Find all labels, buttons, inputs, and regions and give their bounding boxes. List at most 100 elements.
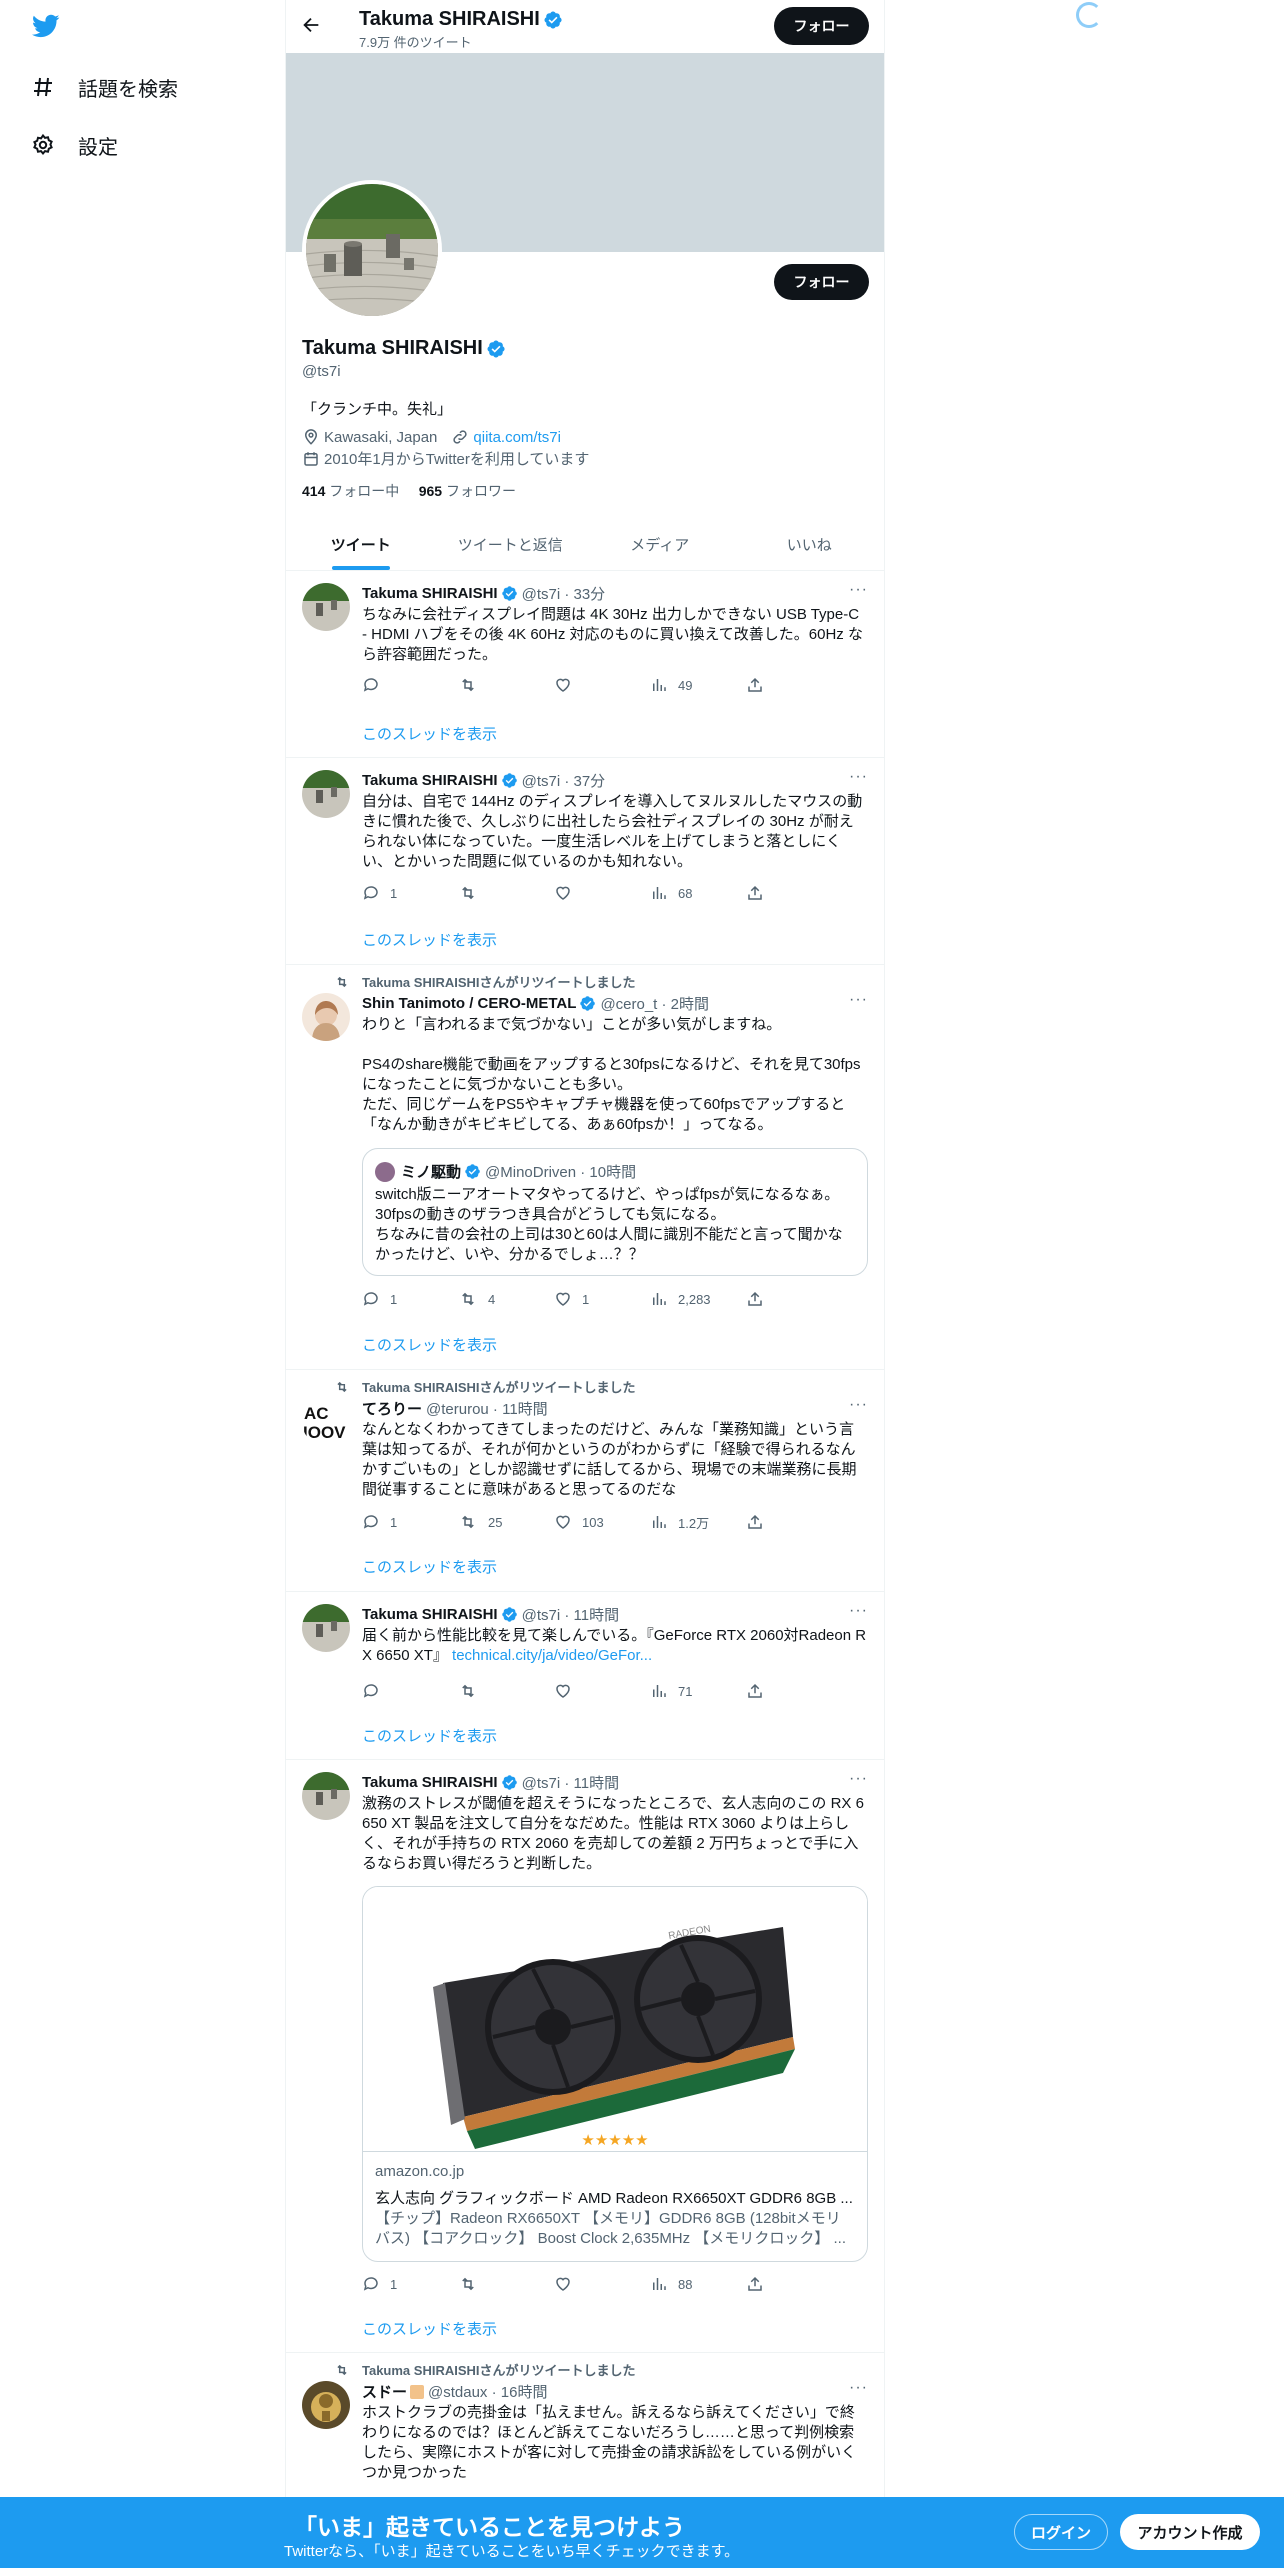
retweet-button[interactable] [458,1681,554,1701]
profile-url[interactable]: qiita.com/ts7i [451,428,561,446]
share-button[interactable] [746,675,764,695]
tweet-handle-time[interactable]: @ts7i · 11時間 [522,1772,619,1793]
views-button[interactable]: 1.2万 [650,1512,746,1532]
tweet-author-name[interactable]: スドー [362,2381,407,2402]
share-button[interactable] [746,1681,764,1701]
tweet-author-name[interactable]: Takuma SHIRAISHI [362,1774,498,1791]
views-button[interactable]: 88 [650,2274,746,2294]
link-card[interactable]: RADEON ★★★★★ amazon.co.jp 玄人志向 グラフィックボード… [362,1886,868,2262]
views-button[interactable]: 2,283 [650,1289,746,1309]
nav-settings[interactable]: 設定 [30,125,118,165]
tweet-handle-time[interactable]: @terurou · 11時間 [426,1398,548,1419]
more-options-icon[interactable]: ··· [849,581,868,599]
tweet-author-name[interactable]: Takuma SHIRAISHI [362,772,498,789]
more-options-icon[interactable]: ··· [849,2379,868,2397]
reply-icon [363,2277,378,2291]
tweet-link[interactable]: technical.city/ja/video/GeFor... [452,1647,652,1664]
tweet-avatar[interactable] [302,1772,350,1820]
signup-button[interactable]: アカウント作成 [1120,2514,1260,2550]
tab-media[interactable]: メディア [585,518,735,570]
login-button[interactable]: ログイン [1014,2514,1108,2550]
tweet-avatar[interactable]: AC IOOV [302,1398,350,1446]
like-button[interactable] [554,1681,650,1701]
profile-follow-button[interactable]: フォロー [774,264,869,300]
card-domain: amazon.co.jp [375,2163,465,2180]
tweet-handle-time[interactable]: @cero_t · 2時間 [600,993,709,1014]
retweeted-by-text[interactable]: Takuma SHIRAISHIさんがリツイートしました [362,2360,636,2379]
profile-avatar[interactable] [302,180,442,320]
tweet-handle-time[interactable]: @stdaux · 16時間 [428,2381,547,2402]
tweet-author-name[interactable]: Takuma SHIRAISHI [362,1606,498,1623]
quoted-tweet[interactable]: ミノ駆動 @MinoDriven · 10時間 switch版ニーアオートマタや… [362,1148,868,1276]
more-options-icon[interactable]: ··· [849,1602,868,1620]
header-follow-button[interactable]: フォロー [774,7,869,45]
followers-stat[interactable]: 965 フォロワー [419,483,516,499]
back-arrow-icon[interactable] [300,14,326,40]
tweet[interactable]: Takuma SHIRAISHIさんがリツイートしました AC IOOV てろりー… [286,1370,884,1592]
show-thread-link[interactable]: このスレッドを表示 [362,1725,497,1746]
tweet-author-name[interactable]: Takuma SHIRAISHI [362,585,498,602]
verified-badge-icon [501,1774,518,1791]
profile-url-text[interactable]: qiita.com/ts7i [473,429,561,446]
more-options-icon[interactable]: ··· [849,1770,868,1788]
tab-likes[interactable]: いいね [735,518,885,570]
retweet-button[interactable] [458,2274,554,2294]
tweet-avatar[interactable] [302,2381,350,2429]
show-thread-link[interactable]: このスレッドを表示 [362,2318,497,2339]
tweet-text: 激務のストレスが閾値を超えそうになったところで、玄人志向のこの RX 6650 … [362,1795,864,1872]
following-stat[interactable]: 414 フォロー中 [302,483,399,499]
views-button[interactable]: 71 [650,1681,746,1701]
retweet-button[interactable] [458,675,554,695]
tweet-avatar[interactable] [302,770,350,818]
tweet-author-name[interactable]: てろりー [362,1398,422,1419]
tweet-author-name[interactable]: Shin Tanimoto / CERO-METAL [362,995,576,1012]
tweet[interactable]: Takuma SHIRAISHI @ts7i · 11時間 ··· 激務のストレ… [286,1760,884,2353]
reply-button[interactable]: 1 [362,1512,458,1532]
tweet-avatar[interactable] [302,993,350,1041]
show-thread-link[interactable]: このスレッドを表示 [362,723,497,744]
tweet[interactable]: Takuma SHIRAISHI @ts7i · 33分 ··· ちなみに会社デ… [286,571,884,758]
like-button[interactable] [554,675,650,695]
show-thread-link[interactable]: このスレッドを表示 [362,1556,497,1577]
share-button[interactable] [746,2274,764,2294]
reply-button[interactable]: 1 [362,1289,458,1309]
retweet-button[interactable]: 25 [458,1512,554,1532]
retweeted-by-text[interactable]: Takuma SHIRAISHIさんがリツイートしました [362,1377,636,1396]
views-button[interactable]: 49 [650,675,746,695]
share-button[interactable] [746,883,764,903]
tweet[interactable]: Takuma SHIRAISHI @ts7i · 11時間 ··· 届く前から性… [286,1592,884,1760]
retweeted-by-text[interactable]: Takuma SHIRAISHIさんがリツイートしました [362,972,636,991]
tweet[interactable]: Takuma SHIRAISHIさんがリツイートしました Shin Tanimo… [286,965,884,1370]
tweet[interactable]: Takuma SHIRAISHI @ts7i · 37分 ··· 自分は、自宅で… [286,758,884,965]
like-button[interactable]: 103 [554,1512,650,1532]
tweet-handle-time[interactable]: @ts7i · 33分 [522,583,606,604]
share-button[interactable] [746,1289,764,1309]
more-options-icon[interactable]: ··· [849,991,868,1009]
tweet-handle-time[interactable]: @ts7i · 37分 [522,770,606,791]
retweet-icon [462,886,474,900]
tweet-handle-time[interactable]: @ts7i · 11時間 [522,1604,619,1625]
tab-tweets-and-replies[interactable]: ツイートと返信 [436,518,586,570]
like-button[interactable] [554,2274,650,2294]
retweet-button[interactable]: 4 [458,1289,554,1309]
nav-explore[interactable]: 話題を検索 [30,67,178,107]
show-thread-link[interactable]: このスレッドを表示 [362,929,497,950]
show-thread-link[interactable]: このスレッドを表示 [362,1334,497,1355]
reply-icon [363,1292,378,1306]
reply-button[interactable]: 1 [362,883,458,903]
tweet-avatar[interactable] [302,583,350,631]
tab-tweets[interactable]: ツイート [286,518,436,570]
reply-button[interactable]: 1 [362,2274,458,2294]
more-options-icon[interactable]: ··· [849,1396,868,1414]
share-icon [748,2276,762,2291]
views-button[interactable]: 68 [650,883,746,903]
like-button[interactable] [554,883,650,903]
twitter-logo-icon[interactable] [30,12,66,44]
more-options-icon[interactable]: ··· [849,768,868,786]
retweet-button[interactable] [458,883,554,903]
like-button[interactable]: 1 [554,1289,650,1309]
share-button[interactable] [746,1512,764,1532]
reply-button[interactable] [362,675,458,695]
reply-button[interactable] [362,1681,458,1701]
tweet-avatar[interactable] [302,1604,350,1652]
